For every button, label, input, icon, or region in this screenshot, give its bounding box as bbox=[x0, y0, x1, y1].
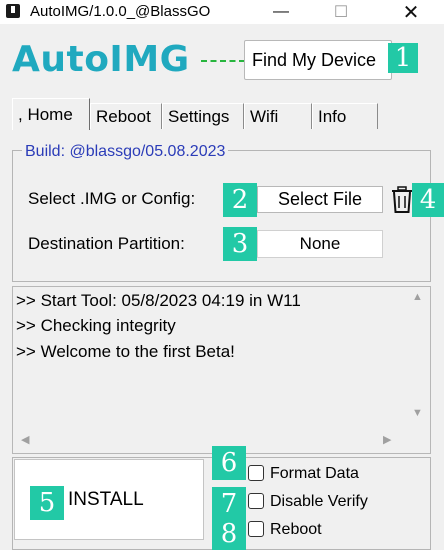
minimize-button[interactable]: — bbox=[258, 0, 304, 24]
build-group bbox=[12, 150, 431, 282]
app-icon bbox=[6, 4, 20, 18]
marker-badge-4: 4 bbox=[412, 183, 444, 217]
scroll-up-icon[interactable]: ▲ bbox=[412, 291, 423, 303]
scroll-right-icon[interactable]: ▶ bbox=[383, 433, 391, 446]
build-label: Build: @blassgo/05.08.2023 bbox=[22, 143, 229, 161]
trash-icon[interactable] bbox=[391, 186, 413, 214]
destination-partition-label: Destination Partition: bbox=[28, 234, 185, 253]
marker-badge-2: 2 bbox=[223, 183, 257, 217]
connector-line bbox=[201, 60, 245, 62]
scroll-left-icon[interactable]: ◀ bbox=[21, 433, 29, 446]
tab-wifi[interactable]: Wifi bbox=[244, 103, 312, 129]
marker-badge-6: 6 bbox=[212, 446, 246, 480]
select-img-label: Select .IMG or Config: bbox=[28, 189, 196, 208]
select-file-button[interactable]: Select File bbox=[257, 186, 383, 213]
log-line: >> Welcome to the first Beta! bbox=[16, 342, 235, 361]
log-line: >> Start Tool: 05/8/2023 04:19 in W11 bbox=[16, 291, 301, 310]
install-label: INSTALL bbox=[68, 489, 144, 510]
log-line: >> Checking integrity bbox=[16, 316, 176, 335]
format-data-checkbox[interactable] bbox=[248, 465, 264, 481]
marker-badge-8: 8 bbox=[212, 518, 246, 550]
tab-info[interactable]: Info bbox=[312, 103, 378, 129]
vertical-scrollbar[interactable]: ▲ ▼ bbox=[404, 287, 430, 425]
destination-partition-select[interactable]: None bbox=[257, 230, 383, 258]
find-device-button[interactable]: Find My Device bbox=[244, 40, 392, 80]
marker-badge-7: 7 bbox=[212, 487, 246, 521]
scroll-down-icon[interactable]: ▼ bbox=[412, 407, 423, 419]
app-logo: AutoIMG bbox=[12, 39, 190, 80]
marker-badge-5: 5 bbox=[30, 486, 64, 520]
horizontal-scrollbar[interactable]: ◀ ▶ bbox=[13, 425, 404, 453]
format-data-label: Format Data bbox=[270, 465, 359, 482]
reboot-label: Reboot bbox=[270, 521, 322, 538]
marker-badge-1: 1 bbox=[388, 43, 418, 73]
marker-badge-3: 3 bbox=[223, 227, 257, 261]
reboot-checkbox[interactable] bbox=[248, 521, 264, 537]
disable-verify-checkbox[interactable] bbox=[248, 493, 264, 509]
tab-reboot[interactable]: Reboot bbox=[90, 103, 162, 129]
disable-verify-label: Disable Verify bbox=[270, 493, 368, 510]
maximize-button[interactable]: ☐ bbox=[318, 0, 364, 24]
close-button[interactable]: ✕ bbox=[388, 0, 434, 24]
window-title: AutoIMG/1.0.0_@BlassGO bbox=[30, 3, 211, 20]
tab-settings[interactable]: Settings bbox=[162, 103, 244, 129]
tab-bar: , Home Reboot Settings Wifi Info bbox=[12, 98, 432, 130]
tab-home[interactable]: , Home bbox=[12, 98, 90, 130]
